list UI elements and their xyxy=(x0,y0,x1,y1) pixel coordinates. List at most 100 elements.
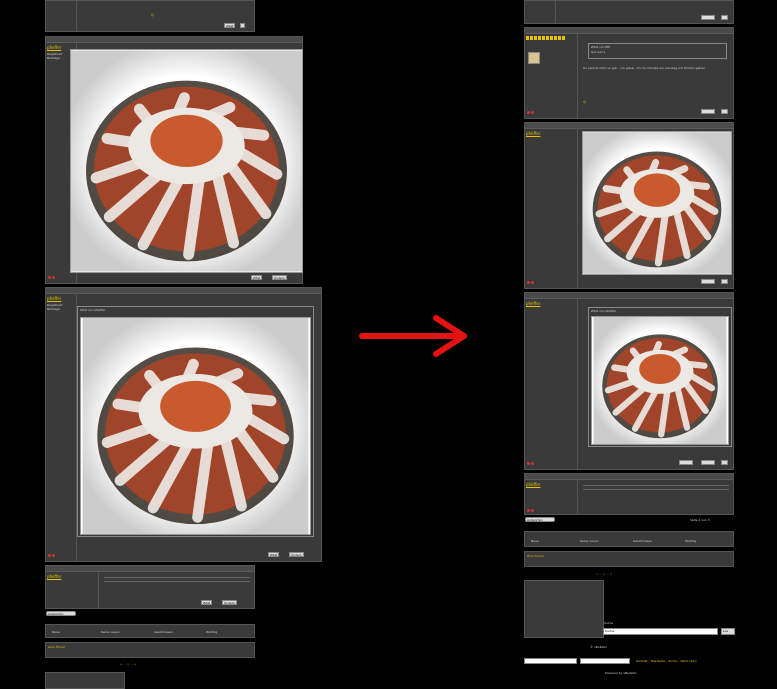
legend-bar: Neue Keine neuen Geschlossen Wichtig xyxy=(524,531,734,547)
left-post-partial: ☺ Zitat xyxy=(45,0,255,32)
jump-bar: Zum Forum xyxy=(45,642,255,658)
cake-illustration xyxy=(82,318,309,534)
dashed-line xyxy=(104,577,250,578)
footer-link[interactable]: Nach oben xyxy=(680,659,696,663)
select-language[interactable] xyxy=(580,658,630,664)
search-input[interactable]: Suche xyxy=(603,628,718,635)
legend-item: Keine neuen xyxy=(580,539,599,543)
quote-button[interactable] xyxy=(701,279,715,284)
cake-illustration xyxy=(71,50,302,272)
right-post-small: pfeiffer xyxy=(524,473,734,515)
cake-center-hole xyxy=(633,173,681,207)
report-icons[interactable] xyxy=(527,508,535,513)
report-icons[interactable] xyxy=(527,280,535,285)
report-icons[interactable] xyxy=(48,553,56,558)
right-post-elfi: Zitat von Elfi Gut war's Du kennst mich … xyxy=(524,27,734,119)
post-username[interactable]: pfeiffer xyxy=(526,131,576,136)
quote-box: Zitat von Elfi Gut war's xyxy=(588,43,727,59)
quote-button[interactable]: Zitat xyxy=(201,600,213,605)
report-icons[interactable] xyxy=(527,110,535,115)
quote-button[interactable] xyxy=(701,15,715,20)
cake-image-3 xyxy=(582,131,732,275)
edit-button[interactable] xyxy=(721,109,728,114)
footer-powered: Powered by vBulletin xyxy=(605,671,637,675)
edit-button[interactable]: Ändern xyxy=(289,552,304,557)
report-icons[interactable] xyxy=(527,461,535,466)
nav-links[interactable]: « ···· | ···· » xyxy=(120,662,136,666)
multi-quote-button[interactable] xyxy=(721,460,728,465)
post-sidebar: pfeiffer xyxy=(525,129,578,288)
quote-text: Gut war's xyxy=(591,50,606,54)
post-username[interactable] xyxy=(526,36,566,40)
arrow-right-icon xyxy=(359,315,467,357)
legend-item: Geschlossen xyxy=(154,630,173,634)
legend-item: Neue xyxy=(52,630,60,634)
stats-box xyxy=(45,672,125,689)
cake-center-hole xyxy=(639,353,681,384)
quote-button[interactable] xyxy=(679,460,693,465)
quote-button[interactable]: Zitat xyxy=(251,275,263,280)
post-sidebar: pfeiffer xyxy=(525,299,578,469)
legend-item: Neue xyxy=(531,539,539,543)
dashed-line xyxy=(104,581,250,582)
post-username[interactable]: pfeiffer xyxy=(526,301,576,306)
pagination[interactable]: Seite 1 von 3 xyxy=(690,518,710,522)
report-icons[interactable] xyxy=(48,275,56,280)
footer-links[interactable]: Kontakt - Startseite - Archiv - Nach obe… xyxy=(636,659,697,663)
quote-title: Zitat von pfeiffer xyxy=(591,309,617,313)
jump-label: Zum Forum xyxy=(48,645,66,649)
left-post-cake-2: pfeiffer Registriert Beiträge Zitat von p… xyxy=(45,287,322,562)
cake-center-hole xyxy=(160,380,231,432)
avatar xyxy=(528,52,540,64)
right-post-cake-1: pfeiffer xyxy=(524,122,734,289)
smiley-icon: ☺ xyxy=(583,100,587,104)
select-style[interactable] xyxy=(524,658,577,664)
quote-box: Zitat von pfeiffer xyxy=(588,307,732,447)
legend-item: Geschlossen xyxy=(633,539,652,543)
edit-button[interactable]: Ändern xyxy=(222,600,237,605)
cake-center-hole xyxy=(150,114,223,168)
post-header xyxy=(46,37,302,43)
post-username[interactable]: pfeiffer xyxy=(526,482,576,487)
left-post-small: pfeiffer Zitat Ändern xyxy=(45,565,255,609)
footer-link[interactable]: Archiv xyxy=(668,659,677,663)
post-sidebar: pfeiffer Registriert Beiträge xyxy=(46,294,77,561)
right-post-cake-2: pfeiffer Zitat von pfeiffer xyxy=(524,292,734,470)
post-username[interactable]: pfeiffer xyxy=(47,574,97,579)
jump-bar: Zum Forum xyxy=(524,551,734,567)
reply-button[interactable]: Antworten xyxy=(46,611,76,616)
search-label: Suche xyxy=(604,621,614,625)
quote-button[interactable]: Zitat xyxy=(224,23,236,28)
copyright-text: © vBulletin xyxy=(590,645,608,649)
legend-item: Keine neuen xyxy=(101,630,120,634)
reply-button[interactable]: Antworten xyxy=(525,517,555,522)
cake-image-4 xyxy=(591,316,729,445)
quote-button[interactable] xyxy=(701,109,715,114)
post-body: Du kennst mich so gut... ich glaub, ich … xyxy=(583,66,706,70)
edit-button[interactable] xyxy=(721,279,728,284)
footer-link[interactable]: Kontakt xyxy=(636,659,647,663)
cake-image-2 xyxy=(80,317,311,535)
search-button[interactable]: Los xyxy=(721,628,735,635)
cake-image-1 xyxy=(70,49,303,273)
cake-illustration xyxy=(583,132,731,274)
stats-box xyxy=(524,580,604,638)
edit-button[interactable] xyxy=(721,15,728,20)
legend-bar: Neue Keine neuen Geschlossen Wichtig xyxy=(45,624,255,638)
post-sidebar xyxy=(46,1,77,31)
nav-links[interactable]: « ···· | ···· » xyxy=(596,572,612,576)
legend-item: Wichtig xyxy=(206,630,218,634)
edit-button[interactable]: Ändern xyxy=(272,275,287,280)
footer-link[interactable]: Startseite xyxy=(650,659,665,663)
post-username[interactable]: pfeiffer xyxy=(47,296,75,301)
post-sidebar xyxy=(525,34,578,118)
dashed-line xyxy=(583,485,729,486)
dashed-line xyxy=(583,489,729,490)
quote-box: Zitat von pfeiffer xyxy=(77,306,314,537)
quote-title: Zitat von Elfi xyxy=(591,45,611,49)
quote-button[interactable]: Zitat xyxy=(268,552,280,557)
legend-item: Wichtig xyxy=(685,539,697,543)
edit-button[interactable] xyxy=(701,460,715,465)
edit-button[interactable] xyxy=(240,23,245,28)
jump-label: Zum Forum xyxy=(527,554,545,558)
